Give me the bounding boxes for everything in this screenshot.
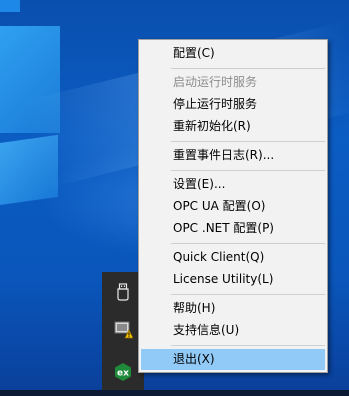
menu-item-opc-ua-config[interactable]: OPC UA 配置(O) xyxy=(141,196,325,217)
menu-item-reinitialize[interactable]: 重新初始化(R) xyxy=(141,116,325,137)
menu-item-help[interactable]: 帮助(H) xyxy=(141,298,325,319)
menu-item-exit[interactable]: 退出(X) xyxy=(141,349,325,370)
taskbar xyxy=(0,390,349,396)
menu-item-opc-net-config[interactable]: OPC .NET 配置(P) xyxy=(141,218,325,239)
usb-device-icon[interactable] xyxy=(113,282,133,302)
windows-logo-pane-top xyxy=(0,0,20,12)
menu-item-quick-client[interactable]: Quick Client(Q) xyxy=(141,247,325,268)
menu-separator xyxy=(171,68,325,69)
menu-item-start-runtime: 启动运行时服务 xyxy=(173,75,258,89)
menu-item-configuration[interactable]: 配置(C) xyxy=(141,43,325,64)
menu-item-stop-runtime[interactable]: 停止运行时服务 xyxy=(141,94,325,115)
menu-separator xyxy=(171,170,325,171)
kepserver-ex-icon[interactable]: ex xyxy=(113,362,133,382)
menu-item-license-utility[interactable]: License Utility(L) xyxy=(141,269,325,290)
menu-separator xyxy=(171,243,325,244)
ex-icon-text: ex xyxy=(117,369,129,379)
menu-separator xyxy=(171,345,325,346)
menu-separator xyxy=(171,294,325,295)
vmware-warning-icon[interactable] xyxy=(113,319,134,339)
context-menu: 配置(C) 启动运行时服务 停止运行时服务 重新初始化(R) 重置事件日志(R)… xyxy=(138,39,328,373)
menu-item-settings[interactable]: 设置(E)... xyxy=(141,174,325,195)
menu-item-reset-event-log[interactable]: 重置事件日志(R)... xyxy=(141,145,325,166)
menu-separator xyxy=(171,141,325,142)
menu-item-support-info[interactable]: 支持信息(U) xyxy=(141,320,325,341)
